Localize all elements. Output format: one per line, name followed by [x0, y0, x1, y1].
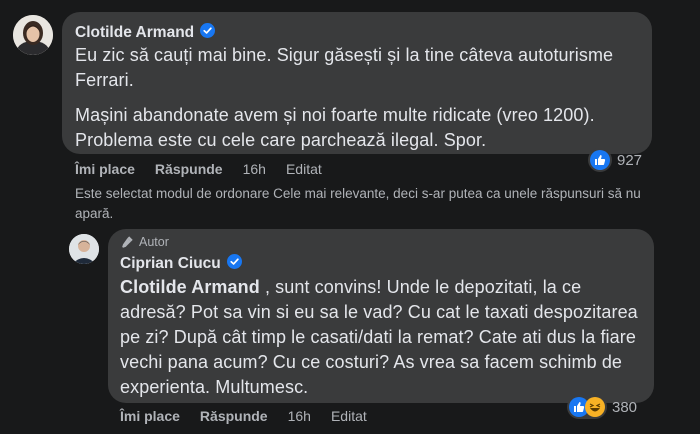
avatar-portrait	[13, 15, 53, 55]
avatar-ciprian[interactable]	[69, 234, 99, 264]
author-name[interactable]: Clotilde Armand	[75, 24, 194, 42]
reaction-summary-2[interactable]: 380	[567, 395, 637, 419]
comment-author-2[interactable]: Ciprian Ciucu	[120, 253, 242, 275]
mention-link[interactable]: Clotilde Armand	[120, 277, 260, 297]
verified-badge-icon	[226, 254, 242, 274]
reaction-count: 927	[617, 151, 643, 169]
microphone-icon	[122, 236, 133, 248]
comment-actions-1: Îmi place Răspunde 16h Editat	[75, 161, 322, 177]
haha-icon	[585, 397, 605, 417]
comment-text-2: Clotilde Armand , sunt convins! Unde le …	[120, 275, 640, 400]
timestamp[interactable]: 16h	[243, 161, 266, 177]
timestamp[interactable]: 16h	[288, 408, 311, 424]
like-link[interactable]: Îmi place	[120, 408, 180, 424]
edited-label[interactable]: Editat	[286, 161, 322, 177]
verified-badge-icon	[200, 23, 216, 43]
comment-paragraph: Mașini abandonate avem și noi foarte mul…	[75, 105, 595, 150]
reaction-count: 380	[612, 398, 638, 416]
sort-notice: Este selectat modul de ordonare Cele mai…	[75, 186, 641, 221]
comment-paragraph: Eu zic să cauți mai bine. Sigur găsești …	[75, 45, 614, 90]
author-name[interactable]: Ciprian Ciucu	[120, 255, 221, 273]
like-link[interactable]: Îmi place	[75, 161, 135, 177]
like-icon	[590, 150, 610, 170]
reply-link[interactable]: Răspunde	[155, 161, 223, 177]
comment-text-1: Eu zic să cauți mai bine. Sigur găsești …	[75, 43, 640, 153]
comment-author-1[interactable]: Clotilde Armand	[75, 22, 216, 44]
author-badge-label: Autor	[139, 235, 169, 249]
avatar-clotilde[interactable]	[13, 15, 53, 55]
reaction-summary-1[interactable]: 927	[588, 148, 642, 172]
author-badge: Autor	[120, 235, 169, 249]
avatar-portrait	[69, 234, 99, 264]
comment-actions-2: Îmi place Răspunde 16h Editat	[120, 408, 367, 424]
reply-link[interactable]: Răspunde	[200, 408, 268, 424]
reaction-icons	[588, 148, 612, 172]
edited-label[interactable]: Editat	[331, 408, 367, 424]
reaction-icons	[567, 395, 607, 419]
